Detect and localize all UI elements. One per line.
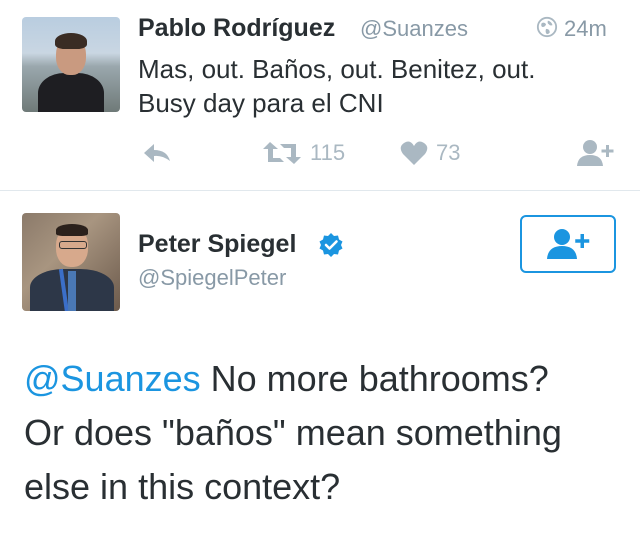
globe-icon xyxy=(536,16,558,38)
avatar-hair-shape xyxy=(55,33,87,49)
avatar-glasses-shape xyxy=(59,241,87,249)
author-name[interactable]: Pablo Rodríguez xyxy=(138,14,335,43)
tweet-text-line: Busy day para el CNI xyxy=(138,88,384,118)
follow-user-icon xyxy=(577,140,614,166)
reply-button[interactable] xyxy=(142,138,172,168)
like-button[interactable]: 73 xyxy=(400,138,460,168)
follow-button[interactable] xyxy=(520,215,616,273)
verified-badge-icon xyxy=(319,233,343,257)
follow-button[interactable] xyxy=(576,138,616,168)
author-name[interactable]: Peter Spiegel xyxy=(138,230,296,259)
author-handle[interactable]: @Suanzes xyxy=(360,16,468,42)
avatar-tie-shape xyxy=(68,271,76,311)
avatar-hair-shape xyxy=(56,224,88,236)
avatar[interactable] xyxy=(22,213,120,311)
tweet-text: @Suanzes No more bathrooms? Or does "bañ… xyxy=(24,352,624,514)
retweet-button[interactable]: 115 xyxy=(262,138,345,168)
tweet-text-line: @Suanzes No more bathrooms? xyxy=(24,352,624,406)
like-count: 73 xyxy=(436,140,461,165)
avatar-body-shape xyxy=(38,73,104,112)
author-handle[interactable]: @SpiegelPeter xyxy=(138,265,286,291)
tweet[interactable]: Pablo Rodríguez @Suanzes 24m Mas, out. B… xyxy=(0,0,640,190)
divider xyxy=(0,190,640,191)
tweet-text-line: Or does "baños" mean something xyxy=(24,412,562,453)
heart-icon xyxy=(400,141,428,165)
retweet-count: 115 xyxy=(310,140,346,165)
timestamp[interactable]: 24m xyxy=(564,16,607,42)
avatar[interactable] xyxy=(22,17,120,112)
follow-user-icon xyxy=(547,229,590,259)
reply-icon xyxy=(144,144,170,162)
retweet-icon xyxy=(263,142,301,164)
tweet-text-fragment: No more bathrooms? xyxy=(200,358,549,399)
tweet-text-line: Mas, out. Baños, out. Benitez, out. xyxy=(138,54,536,84)
tweet-text: Mas, out. Baños, out. Benitez, out. Busy… xyxy=(138,52,618,120)
mention-link[interactable]: @Suanzes xyxy=(24,358,201,399)
tweet-text-line: else in this context? xyxy=(24,466,341,507)
